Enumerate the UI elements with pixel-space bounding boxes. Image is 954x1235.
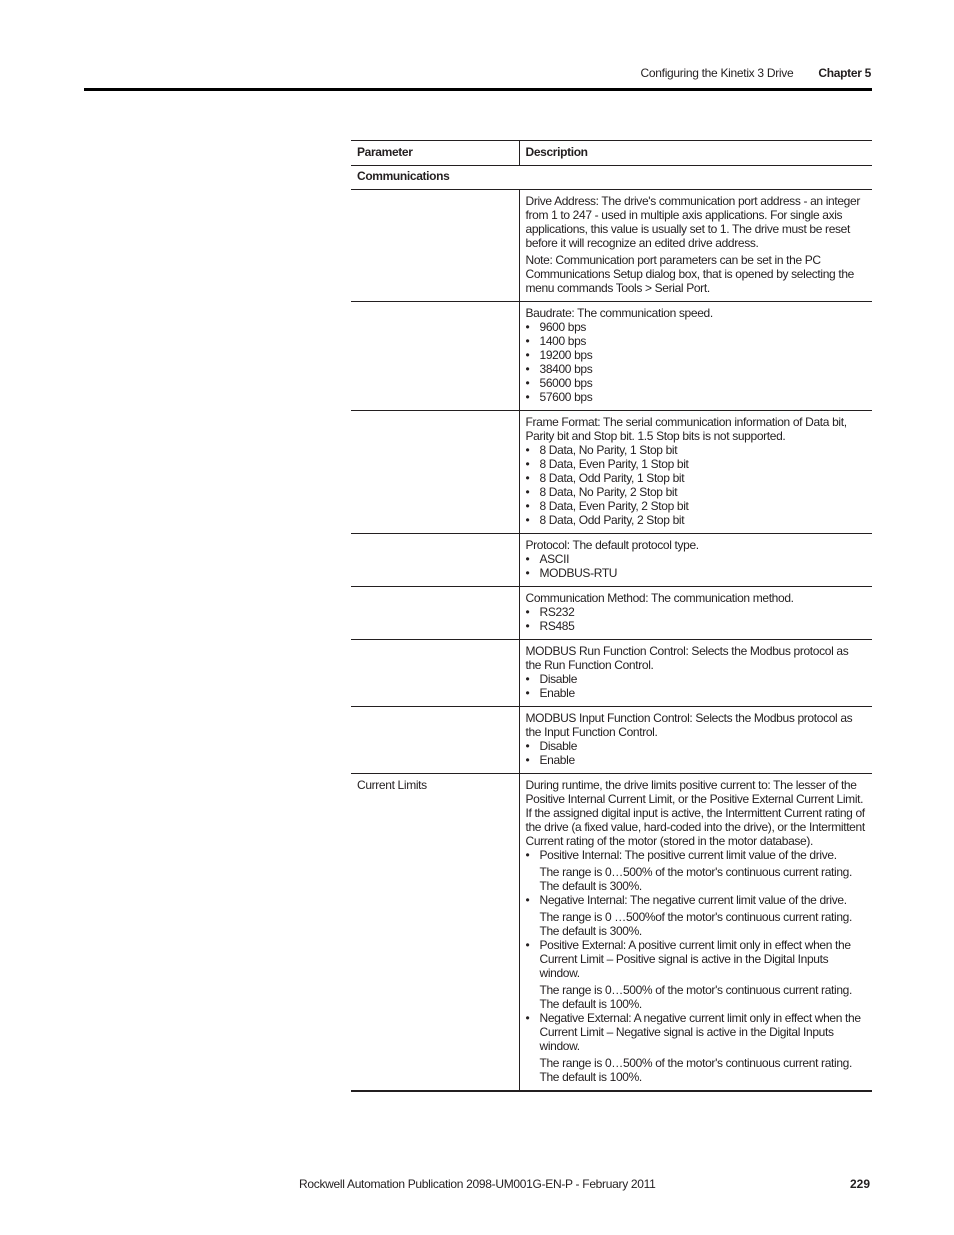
- limit-item-text: Positive External: A positive current li…: [539, 938, 852, 980]
- table-row: Communication Method: The communication …: [351, 586, 872, 640]
- running-header: Configuring the Kinetix 3 Drive Chapter …: [640, 66, 872, 80]
- option-item: Enable: [526, 686, 867, 700]
- parameter-cell: Current Limits: [351, 773, 520, 1092]
- option-item: Enable: [526, 753, 867, 767]
- option-item: Disable: [526, 739, 867, 753]
- option-list: 9600 bps1400 bps19200 bps38400 bps56000 …: [526, 320, 867, 404]
- description-text: During runtime, the drive limits positiv…: [525, 778, 866, 848]
- option-item: 1400 bps: [526, 334, 867, 348]
- limit-item-text: Negative Internal: The negative current …: [539, 893, 848, 907]
- description-text: Baudrate: The communication speed.: [525, 306, 714, 320]
- description-text: Frame Format: The serial communication i…: [525, 415, 848, 443]
- table-row: Protocol: The default protocol type.ASCI…: [351, 533, 872, 587]
- description-cell: Frame Format: The serial communication i…: [519, 410, 872, 534]
- limit-item: Negative Internal: The negative current …: [526, 893, 867, 938]
- option-item: 8 Data, Odd Parity, 2 Stop bit: [526, 513, 867, 527]
- option-item: Disable: [526, 672, 867, 686]
- limit-item: Positive Internal: The positive current …: [526, 848, 867, 893]
- parameter-cell: [351, 189, 520, 302]
- description-text: MODBUS Run Function Control: Selects the…: [525, 644, 849, 672]
- description-cell: MODBUS Input Function Control: Selects t…: [519, 706, 872, 774]
- parameter-cell: [351, 706, 520, 774]
- description-cell: During runtime, the drive limits positiv…: [519, 773, 872, 1092]
- description-text: Note: Communication port parameters can …: [525, 253, 855, 295]
- description-cell: Protocol: The default protocol type.ASCI…: [519, 533, 872, 587]
- column-header-parameter: Parameter: [351, 140, 520, 166]
- parameter-table: Parameter Description Communications Dri…: [351, 140, 872, 1092]
- description-cell: Baudrate: The communication speed.9600 b…: [519, 301, 872, 411]
- limit-item-range: The range is 0…500% of the motor's conti…: [539, 983, 853, 1011]
- limit-item: Negative External: A negative current li…: [526, 1011, 867, 1084]
- table-header-row: Parameter Description: [351, 140, 872, 166]
- footer-publication: Rockwell Automation Publication 2098-UM0…: [299, 1177, 656, 1191]
- option-item: RS232: [526, 605, 867, 619]
- group-row: Communications: [351, 165, 872, 190]
- option-item: ASCII: [526, 552, 867, 566]
- option-list: 8 Data, No Parity, 1 Stop bit8 Data, Eve…: [526, 443, 867, 527]
- description-text: Protocol: The default protocol type.: [525, 538, 700, 552]
- table-row: MODBUS Run Function Control: Selects the…: [351, 639, 872, 707]
- parameter-cell: [351, 410, 520, 534]
- option-item: 8 Data, Odd Parity, 1 Stop bit: [526, 471, 867, 485]
- description-cell: Drive Address: The drive's communication…: [519, 189, 872, 302]
- option-item: 19200 bps: [526, 348, 867, 362]
- limit-item: Positive External: A positive current li…: [526, 938, 867, 1011]
- parameter-cell: [351, 639, 520, 707]
- limit-list: Positive Internal: The positive current …: [526, 848, 867, 1084]
- option-item: 8 Data, Even Parity, 2 Stop bit: [526, 499, 867, 513]
- limit-item-range: The range is 0…500% of the motor's conti…: [539, 865, 853, 893]
- table-row: MODBUS Input Function Control: Selects t…: [351, 706, 872, 774]
- option-item: 38400 bps: [526, 362, 867, 376]
- option-list: ASCIIMODBUS-RTU: [526, 552, 867, 580]
- chapter-label: Chapter 5: [818, 66, 871, 80]
- limit-item-text: Positive Internal: The positive current …: [539, 848, 838, 862]
- option-item: 8 Data, Even Parity, 1 Stop bit: [526, 457, 867, 471]
- option-list: DisableEnable: [526, 739, 867, 767]
- header-rule: [84, 88, 872, 91]
- description-cell: MODBUS Run Function Control: Selects the…: [519, 639, 872, 707]
- option-item: 56000 bps: [526, 376, 867, 390]
- option-item: RS485: [526, 619, 867, 633]
- group-label: Communications: [351, 165, 872, 190]
- limit-item-text: Negative External: A negative current li…: [539, 1011, 862, 1053]
- table-row: Frame Format: The serial communication i…: [351, 410, 872, 534]
- option-list: RS232RS485: [526, 605, 867, 633]
- description-text: Communication Method: The communication …: [525, 591, 794, 605]
- table-row-current-limits: Current Limits During runtime, the drive …: [351, 773, 872, 1092]
- section-title: Configuring the Kinetix 3 Drive: [640, 66, 794, 80]
- description-text: MODBUS Input Function Control: Selects t…: [525, 711, 853, 739]
- option-list: DisableEnable: [526, 672, 867, 700]
- page-number: 229: [849, 1177, 870, 1191]
- option-item: 9600 bps: [526, 320, 867, 334]
- option-item: 8 Data, No Parity, 1 Stop bit: [526, 443, 867, 457]
- parameter-cell: [351, 586, 520, 640]
- table-row: Drive Address: The drive's communication…: [351, 189, 872, 302]
- table-row: Baudrate: The communication speed.9600 b…: [351, 301, 872, 411]
- option-item: 57600 bps: [526, 390, 867, 404]
- parameter-cell: [351, 533, 520, 587]
- option-item: MODBUS-RTU: [526, 566, 867, 580]
- option-item: 8 Data, No Parity, 2 Stop bit: [526, 485, 867, 499]
- description-cell: Communication Method: The communication …: [519, 586, 872, 640]
- description-text: Drive Address: The drive's communication…: [525, 194, 861, 250]
- column-header-description: Description: [519, 140, 872, 166]
- limit-item-range: The range is 0 …500%of the motor's conti…: [539, 910, 853, 938]
- limit-item-range: The range is 0…500% of the motor's conti…: [539, 1056, 853, 1084]
- parameter-cell: [351, 301, 520, 411]
